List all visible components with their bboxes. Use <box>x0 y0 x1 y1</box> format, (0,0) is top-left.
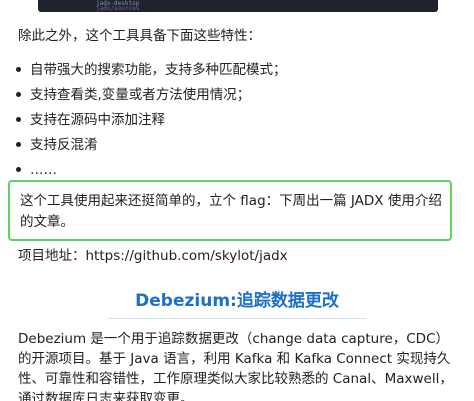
list-item-text: …… <box>30 162 57 178</box>
code-line: jadx/sources <box>96 5 140 12</box>
feature-list: 自带强大的搜索功能，支持多种匹配模式； 支持查看类,变量或者方法使用情况； 支持… <box>14 60 287 185</box>
list-item: 支持反混淆 <box>14 135 287 160</box>
highlight-text: 这个工具使用起来还挺简单的，立个 flag：下周出一篇 JADX 使用介绍的文章… <box>20 193 442 230</box>
list-item-text: 支持在源码中添加注释 <box>30 112 165 128</box>
code-screenshot-strip: jadx-desktop jadx/sources <box>38 0 438 12</box>
list-item: 支持查看类,变量或者方法使用情况； <box>14 85 287 110</box>
description-paragraph: Debezium 是一个用于追踪数据更改（change data capture… <box>18 331 453 401</box>
project-address: 项目地址：https://github.com/skylot/jadx <box>18 248 288 264</box>
list-item: 自带强大的搜索功能，支持多种匹配模式； <box>14 60 287 85</box>
title-underline <box>108 318 366 319</box>
list-item-text: 支持查看类,变量或者方法使用情况； <box>30 87 251 103</box>
bullet-icon <box>16 92 21 97</box>
bullet-icon <box>16 167 21 172</box>
bullet-icon <box>16 142 21 147</box>
intro-paragraph: 除此之外，这个工具具备下面这些特性： <box>18 28 261 44</box>
list-item-text: 支持反混淆 <box>30 137 98 153</box>
list-item: 支持在源码中添加注释 <box>14 110 287 135</box>
section-title: Debezium:追踪数据更改 <box>135 291 339 311</box>
bullet-icon <box>16 67 21 72</box>
list-item-text: 自带强大的搜索功能，支持多种匹配模式； <box>30 62 287 78</box>
highlight-box: 这个工具使用起来还挺简单的，立个 flag：下周出一篇 JADX 使用介绍的文章… <box>8 180 452 241</box>
bullet-icon <box>16 117 21 122</box>
